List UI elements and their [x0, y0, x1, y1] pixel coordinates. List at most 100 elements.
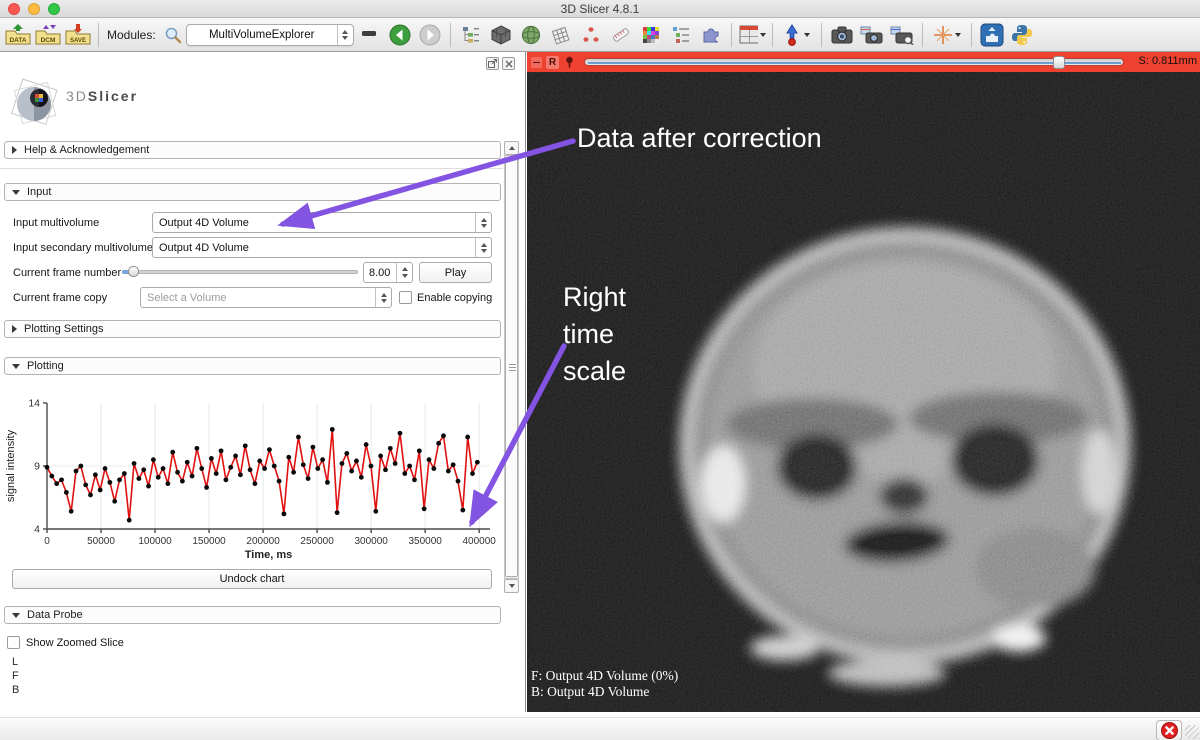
toolbar-separator: [971, 23, 972, 47]
combobox-stepper-icon: [475, 238, 491, 257]
transform-grid-icon: [550, 25, 572, 45]
window-titlebar: 3D Slicer 4.8.1: [0, 0, 1200, 18]
expanded-arrow-icon: [12, 190, 20, 195]
slice-slider-handle[interactable]: [1053, 56, 1065, 69]
spinbox-value: 8.00: [369, 267, 390, 279]
combobox-stepper-icon: [375, 288, 391, 307]
camera-icon: [831, 25, 853, 45]
module-back-button[interactable]: [386, 21, 414, 49]
camera-magnifier-icon: [890, 25, 914, 45]
svg-text:350000: 350000: [408, 536, 442, 547]
ruler-icon: [610, 25, 632, 45]
red-slice-view[interactable]: R S: 0.811mm: [527, 52, 1200, 712]
mouse-interaction-button[interactable]: [779, 21, 815, 49]
svg-text:SAVE: SAVE: [70, 38, 86, 44]
scene-view-restore-button[interactable]: [888, 21, 916, 49]
section-label: Input: [27, 186, 51, 198]
forward-arrow-icon: [418, 23, 442, 47]
section-help-acknowledgement[interactable]: Help & Acknowledgement: [4, 141, 501, 159]
svg-text:DCM: DCM: [41, 37, 56, 44]
colors-module-button[interactable]: [637, 21, 665, 49]
enable-copying-checkbox[interactable]: [399, 291, 412, 304]
expanded-arrow-icon: [12, 364, 20, 369]
panel-scrollbar[interactable]: [504, 141, 520, 593]
frame-number-spinbox[interactable]: 8.00: [363, 262, 413, 283]
load-dicom-button[interactable]: DCM: [34, 21, 62, 49]
frame-copy-combobox[interactable]: Select a Volume: [140, 287, 392, 308]
close-panel-icon[interactable]: [502, 57, 515, 70]
transforms-module-button[interactable]: [547, 21, 575, 49]
load-data-button[interactable]: DATA: [4, 21, 32, 49]
models-module-button[interactable]: [517, 21, 545, 49]
undock-chart-label: Undock chart: [220, 573, 285, 585]
module-panel: 3DSlicer Help & Acknowledgement Input In…: [0, 52, 526, 712]
dropdown-caret-icon: [804, 33, 810, 37]
toolbar-separator: [731, 23, 732, 47]
section-input[interactable]: Input: [4, 183, 501, 201]
pin-icon[interactable]: [564, 56, 575, 68]
crosshair-icon: [933, 25, 953, 45]
input-multivolume-label: Input multivolume: [13, 217, 99, 229]
slice-slider-line: [588, 62, 1121, 64]
section-data-probe[interactable]: Data Probe: [4, 606, 501, 624]
subject-hierarchy-button[interactable]: [667, 21, 695, 49]
module-hierarchy-button[interactable]: [457, 21, 485, 49]
svg-text:signal intensity: signal intensity: [5, 429, 17, 502]
screenshot-button[interactable]: [828, 21, 856, 49]
python-console-button[interactable]: [1008, 21, 1036, 49]
folder-save-icon: SAVE: [65, 23, 91, 47]
section-plotting[interactable]: Plotting: [4, 357, 501, 375]
slice-spacing-label: S: 0.811mm: [1139, 55, 1198, 67]
signal-intensity-chart[interactable]: 4914050000100000150000200000250000300000…: [0, 391, 505, 563]
camera-marker-icon: [860, 25, 884, 45]
show-zoomed-slice-checkbox[interactable]: [7, 636, 20, 649]
cube-icon: [491, 25, 511, 45]
annotations-module-button[interactable]: [607, 21, 635, 49]
slice-viewport[interactable]: Data after correction Right time scale F…: [527, 72, 1200, 712]
error-log-button[interactable]: [1156, 720, 1182, 740]
slice-controller-bar: R S: 0.811mm: [527, 52, 1200, 72]
layout-selector-button[interactable]: [738, 21, 766, 49]
combobox-stepper-icon: [475, 213, 491, 232]
toolbar-separator: [98, 23, 99, 47]
combobox-stepper-icon: [337, 25, 353, 45]
probe-row-b: B: [12, 684, 19, 696]
extensions-button[interactable]: [697, 21, 725, 49]
python-icon: [1010, 23, 1034, 47]
module-forward-button[interactable]: [416, 21, 444, 49]
scroll-down-button[interactable]: [504, 579, 519, 593]
folder-data-icon: DATA: [5, 23, 31, 47]
frame-number-slider[interactable]: [122, 270, 358, 274]
undock-panel-icon[interactable]: [486, 57, 499, 70]
slicer-logo-icon: [6, 74, 64, 132]
save-button[interactable]: SAVE: [64, 21, 92, 49]
scene-view-capture-button[interactable]: [858, 21, 886, 49]
input-secondary-combobox[interactable]: Output 4D Volume: [152, 237, 492, 258]
svg-text:DATA: DATA: [9, 37, 26, 44]
extension-manager-icon: [980, 23, 1004, 47]
extension-manager-button[interactable]: [978, 21, 1006, 49]
scroll-up-button[interactable]: [504, 141, 519, 155]
error-icon: [1161, 722, 1178, 739]
section-plotting-settings[interactable]: Plotting Settings: [4, 320, 501, 338]
input-multivolume-combobox[interactable]: Output 4D Volume: [152, 212, 492, 233]
module-selector-combobox[interactable]: MultiVolumeExplorer: [186, 24, 354, 46]
markups-module-button[interactable]: [577, 21, 605, 49]
slice-offset-slider[interactable]: [584, 58, 1124, 66]
crosshair-button[interactable]: [929, 21, 965, 49]
toolbar-separator: [922, 23, 923, 47]
resize-grip[interactable]: [1185, 725, 1199, 739]
module-search-button[interactable]: [162, 21, 184, 49]
frame-number-slider-handle[interactable]: [128, 266, 139, 277]
collapse-slice-controller-button[interactable]: [531, 57, 542, 68]
scrollbar-thumb[interactable]: [505, 157, 518, 577]
puzzle-icon: [701, 25, 721, 45]
module-history-button[interactable]: [356, 21, 384, 49]
tree-list-icon: [461, 25, 481, 45]
undock-chart-button[interactable]: Undock chart: [12, 569, 492, 589]
svg-text:0: 0: [44, 536, 50, 547]
data-module-button[interactable]: [487, 21, 515, 49]
list-tree-icon: [671, 25, 691, 45]
play-button[interactable]: Play: [419, 262, 492, 283]
svg-text:300000: 300000: [354, 536, 388, 547]
